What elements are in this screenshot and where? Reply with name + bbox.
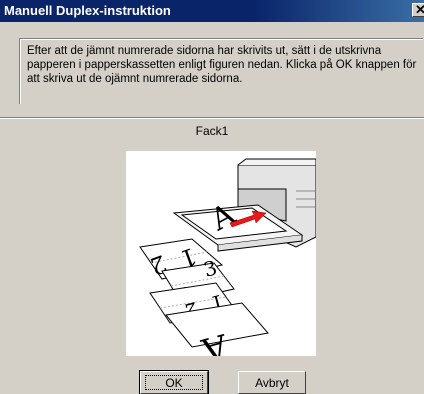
instruction-text: Efter att de jämnt numrerade sidorna har… — [27, 45, 417, 85]
duplex-dialog: Manuell Duplex-instruktion ✕ Efter att d… — [0, 0, 424, 394]
ok-button[interactable]: OK — [139, 370, 209, 394]
close-icon: ✕ — [415, 2, 424, 17]
cancel-button[interactable]: Avbryt — [238, 371, 306, 394]
focus-ring — [145, 375, 203, 390]
window-title: Manuell Duplex-instruktion — [4, 3, 171, 18]
cancel-button-label: Avbryt — [255, 375, 289, 390]
title-bar[interactable]: Manuell Duplex-instruktion ✕ — [0, 0, 424, 22]
duplex-tray-illustration-icon: A 2 1 3 4 2 1 A — [139, 158, 317, 370]
printer-top — [237, 158, 317, 166]
close-button[interactable]: ✕ — [412, 2, 424, 17]
tray-label: Fack1 — [195, 124, 229, 138]
separator-highlight — [0, 118, 424, 119]
duplex-illustration: A 2 1 3 4 2 1 A — [126, 151, 317, 370]
